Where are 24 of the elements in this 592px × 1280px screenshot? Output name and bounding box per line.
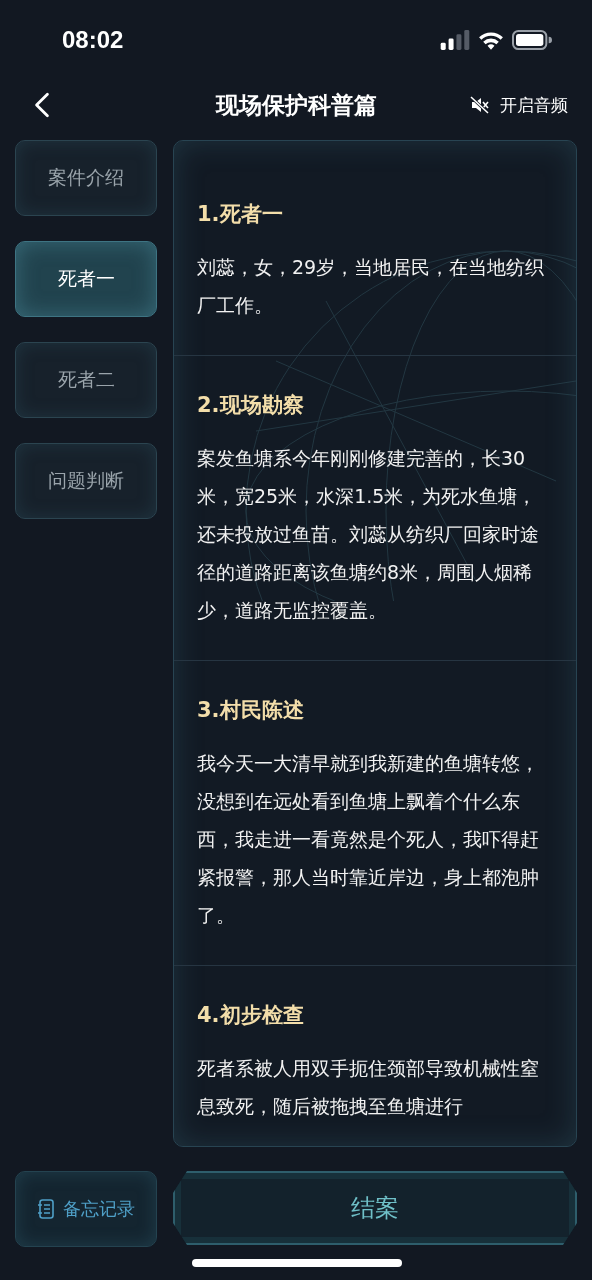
battery-icon [512,30,552,50]
clock-time: 08:02 [62,26,124,54]
section-text: 刘蕊，女，29岁，当地居民，在当地纺织厂工作。 [197,255,546,318]
signal-icon [440,30,470,50]
close-case-button[interactable]: 结案 [173,1171,577,1245]
wifi-icon [478,30,504,50]
sidebar-tab[interactable]: 问题判断 [15,443,157,519]
section-text: 案发鱼塘系今年刚刚修建完善的，长30米，宽25米，水深1.5米，为死水鱼塘，还未投放过鱼苗。刘蕊从纺织厂回家时途径的道路距离该鱼塘约8米，周围人烟稀少，道路无监控覆盖。 [197,446,540,623]
section-text: 死者系被人用双手扼住颈部导致机械性窒息致死，随后被拖拽至鱼塘进行 [197,1056,540,1119]
audio-toggle[interactable]: 开启音频 [470,93,568,117]
section-heading: 3.村民陈述 [197,697,305,724]
section-text: 我今天一大清早就到我新建的鱼塘转悠，没想到在远处看到鱼塘上飘着个什么东西，我走进一看竟然是个死人，我吓得赶紧报警，那人当时靠近岸边，身上都泡肿了。 [197,751,540,928]
chevron-left-icon [34,92,50,118]
sidebar-tab[interactable]: 死者二 [15,342,157,418]
memo-button[interactable]: 备忘记录 [15,1171,157,1247]
section-heading: 1.死者一 [197,201,284,228]
sidebar-tab[interactable]: 死者一 [15,241,157,317]
section-heading: 4.初步检查 [197,1002,305,1029]
back-button[interactable] [34,92,50,118]
notebook-icon [37,1199,55,1219]
sidebar-tab[interactable]: 案件介绍 [15,140,157,216]
section-heading: 2.现场勘察 [197,392,305,419]
speaker-muted-icon [470,96,490,114]
page-title: 现场保护科普篇 [214,90,378,120]
